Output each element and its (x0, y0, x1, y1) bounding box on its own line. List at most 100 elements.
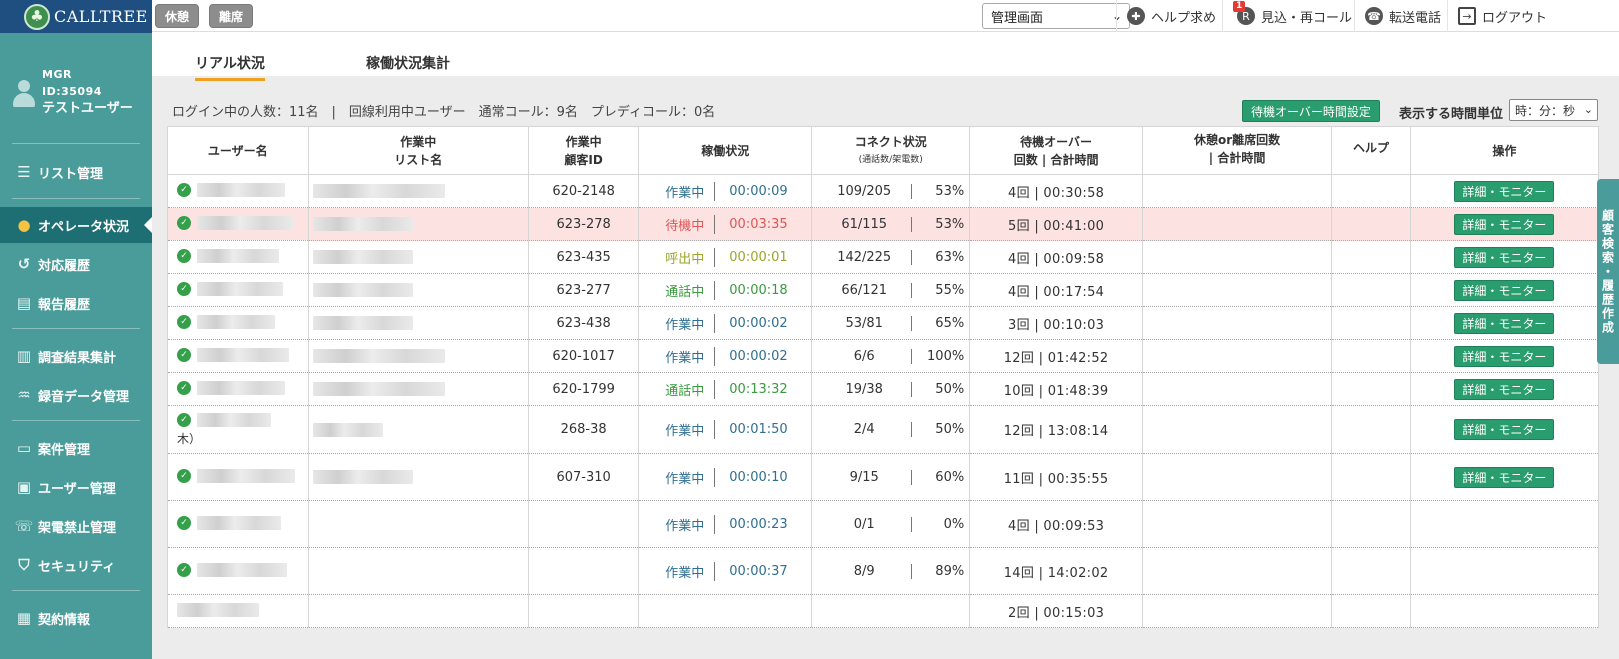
blurred-user-name (197, 315, 275, 329)
tab-bar: リアル状況 稼働状況集計 (152, 33, 1619, 81)
break-cell (1141, 594, 1333, 628)
logout-link[interactable]: → ログアウト (1447, 0, 1547, 32)
connect-rate: 53% (935, 216, 965, 232)
sidebar-item-call-block[interactable]: ☏ 架電禁止管理 (0, 508, 152, 544)
mode-select-value: 管理画面 (991, 10, 1044, 26)
blurred-user-name (197, 183, 285, 197)
help-cell (1331, 273, 1411, 307)
detail-monitor-button[interactable]: 詳細・モニター (1454, 312, 1555, 334)
detail-monitor-button[interactable]: 詳細・モニター (1454, 246, 1555, 268)
sidebar-item-list[interactable]: ☰ リスト管理 (0, 154, 152, 190)
break-cell (1141, 453, 1333, 501)
connect-cell: 66/121 55% (811, 273, 971, 307)
action-cell (1409, 547, 1600, 595)
break-cell (1141, 405, 1333, 454)
table-row: ✓ 623-278 待機中 00:03:35 61/115 53% 5回 | 00:41:0… (167, 207, 1600, 241)
break-button[interactable]: 休憩 (155, 4, 200, 28)
wait-over-cell: 4回 | 00:09:53 (969, 500, 1143, 548)
status-label: 呼出中 (665, 247, 716, 267)
status-label: 作業中 (665, 420, 716, 439)
connect-cell (811, 594, 971, 628)
wait-over-settings-button[interactable]: 待機オーバー時間設定 (1242, 100, 1380, 122)
blurred-user-name (197, 469, 295, 483)
header-user[interactable]: ユーザー名 (167, 126, 309, 175)
connect-count: 142/225 (817, 249, 913, 265)
wait-over-cell: 5回 | 00:41:00 (969, 207, 1143, 241)
wait-over-cell: 12回 | 01:42:52 (969, 339, 1143, 373)
time-unit-select[interactable]: 時：分：秒 ⌄ (1509, 99, 1598, 121)
sidebar-item-history[interactable]: ↺ 対応履歴 (0, 246, 152, 282)
header-wait-over[interactable]: 待機オーバー 回数 | 合計時間 (969, 126, 1143, 175)
status-time: 00:13:32 (729, 381, 788, 397)
list-name-cell (307, 372, 529, 406)
sidebar-item-users[interactable]: ▣ ユーザー管理 (0, 469, 152, 505)
status-label: 作業中 (665, 467, 716, 487)
action-cell (1409, 594, 1600, 628)
folder-icon: ▭ (16, 439, 32, 457)
connect-cell: 2/4 50% (811, 405, 971, 454)
wait-over-cell: 10回 | 01:48:39 (969, 372, 1143, 406)
sidebar-item-survey[interactable]: ▥ 調査結果集計 (0, 338, 152, 374)
header-customer[interactable]: 作業中 顧客ID (527, 126, 640, 175)
away-button[interactable]: 離席 (209, 4, 254, 28)
user-name-cell: ✓ (167, 240, 309, 274)
status-cell: 作業中 00:00:10 (638, 453, 813, 501)
customer-id-cell: 620-2148 (527, 174, 640, 208)
time-unit-label: 表示する時間単位 (1399, 107, 1504, 122)
connect-cell: 53/81 65% (811, 306, 971, 340)
status-label: 通話中 (665, 379, 716, 399)
detail-monitor-button[interactable]: 詳細・モニター (1454, 213, 1555, 235)
table-row: ✓ 木） 268-38 作業中 00:01:50 2/4 50% 12回 | 13:08:14… (167, 405, 1600, 454)
sidebar-item-security[interactable]: ⛉ セキュリティ (0, 547, 152, 583)
connect-rate: 63% (935, 249, 965, 265)
user-name-cell: ✓ (167, 174, 309, 208)
sidebar-item-operators[interactable]: ● オペレータ状況 (0, 207, 152, 243)
callback-label: 見込・再コール (1261, 10, 1353, 26)
status-time: 00:00:02 (729, 315, 788, 331)
detail-monitor-button[interactable]: 詳細・モニター (1454, 378, 1555, 400)
connect-rate: 65% (935, 315, 965, 331)
blurred-user-name (197, 381, 285, 395)
tab-work-summary[interactable]: 稼働状況集計 (366, 53, 450, 78)
logout-label: ログアウト (1482, 10, 1548, 26)
sidebar-item-label: 調査結果集計 (38, 350, 117, 366)
list-name-cell (307, 594, 529, 628)
header-list[interactable]: 作業中 リスト名 (307, 126, 529, 175)
user-name-suffix: 木） (177, 431, 202, 446)
header-connect[interactable]: コネクト状況 (通話数/架電数) (811, 126, 971, 175)
blurred-user-name (197, 249, 279, 263)
sidebar-item-projects[interactable]: ▭ 案件管理 (0, 430, 152, 466)
sidebar-item-reports[interactable]: ▤ 報告履歴 (0, 285, 152, 321)
mode-select[interactable]: 管理画面 ⌄ (982, 3, 1130, 29)
blurred-user-name (197, 216, 293, 230)
sidebar-item-recordings[interactable]: ♒ 録音データ管理 (0, 377, 152, 413)
status-label: 作業中 (665, 346, 716, 366)
sidebar-item-contract[interactable]: ▦ 契約情報 (0, 600, 152, 636)
header-break[interactable]: 休憩or離席回数 | 合計時間 (1141, 126, 1333, 175)
detail-monitor-button[interactable]: 詳細・モニター (1454, 345, 1555, 367)
user-name: テストユーザー (42, 101, 133, 116)
table-body: ✓ 620-2148 作業中 00:00:09 109/205 53% 4回 | 00:30… (167, 174, 1600, 628)
header-help[interactable]: ヘルプ (1331, 126, 1411, 175)
help-request-link[interactable]: ✚ ヘルプ求め (1116, 0, 1216, 32)
connect-count: 66/121 (817, 282, 913, 298)
detail-monitor-button[interactable]: 詳細・モニター (1454, 279, 1555, 301)
customer-id-cell: 620-1017 (527, 339, 640, 373)
main-content: リアル状況 稼働状況集計 ログイン中の人数：11名 | 回線利用中ユーザー 通常… (152, 33, 1619, 659)
customer-id-cell (527, 594, 640, 628)
connect-count: 6/6 (817, 348, 913, 364)
detail-monitor-button[interactable]: 詳細・モニター (1454, 466, 1555, 488)
detail-monitor-button[interactable]: 詳細・モニター (1454, 419, 1555, 440)
detail-monitor-button[interactable]: 詳細・モニター (1454, 180, 1555, 202)
callback-link[interactable]: 1 R 見込・再コール (1222, 0, 1352, 32)
table-row: ✓ 607-310 作業中 00:00:10 9/15 60% 11回 | 00:35:55… (167, 453, 1600, 501)
customer-search-side-tab[interactable]: 顧客検索・履歴作成 (1597, 179, 1619, 364)
connect-rate: 100% (927, 348, 965, 364)
user-info: MGR ID:35094 テストユーザー (0, 66, 152, 126)
break-cell (1141, 339, 1333, 373)
logo[interactable]: ♣ CALLTREE (0, 0, 152, 33)
header-status[interactable]: 稼働状況 (638, 126, 813, 175)
tab-realtime[interactable]: リアル状況 (195, 53, 265, 81)
check-icon: ✓ (177, 469, 191, 483)
transfer-link[interactable]: ☎ 転送電話 (1354, 0, 1441, 32)
